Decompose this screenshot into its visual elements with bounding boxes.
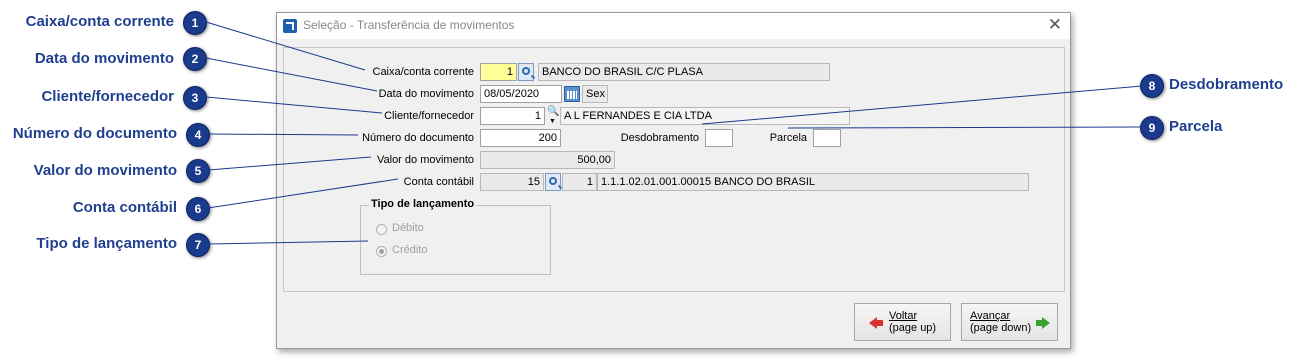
callout-badge-4: 4: [186, 123, 210, 147]
dialog-window: Seleção - Transferência de movimentos ✕ …: [276, 12, 1071, 349]
callout-label-tipo: Tipo de lançamento: [36, 235, 177, 252]
conta-code: 1: [562, 173, 597, 191]
voltar-label: Voltar (page up): [889, 310, 937, 334]
callout-label-caixa: Caixa/conta corrente: [25, 13, 174, 30]
conta-input: 15: [480, 173, 544, 191]
conta-description: 1.1.1.02.01.001.00015 BANCO DO BRASIL: [597, 173, 1029, 191]
radio-debito[interactable]: [376, 224, 387, 235]
callout-label-valor: Valor do movimento: [33, 162, 177, 179]
label-data: Data do movimento: [378, 88, 474, 100]
voltar-button[interactable]: Voltar (page up): [854, 303, 951, 341]
conta-search-button[interactable]: [545, 173, 561, 191]
avancar-button[interactable]: Avançar (page down): [961, 303, 1058, 341]
documento-input[interactable]: 200: [480, 129, 561, 147]
cliente-dropdown-arrow[interactable]: ▼: [549, 118, 556, 125]
callout-badge-1: 1: [183, 11, 207, 35]
label-valor: Valor do movimento: [376, 154, 474, 166]
valor-display: 500,00: [480, 151, 615, 169]
callout-badge-9: 9: [1140, 116, 1164, 140]
callout-badge-8: 8: [1140, 74, 1164, 98]
desdobramento-input[interactable]: [705, 129, 733, 147]
radio-credito-label: Crédito: [392, 244, 428, 256]
callout-label-desdobramento: Desdobramento: [1169, 76, 1284, 93]
callout-label-data: Data do movimento: [34, 50, 174, 67]
label-caixa: Caixa/conta corrente: [372, 66, 475, 78]
arrow-right-icon: [1036, 317, 1050, 329]
data-input[interactable]: 08/05/2020: [480, 85, 562, 103]
callout-badge-6: 6: [186, 197, 210, 221]
avancar-label: Avançar (page down): [970, 310, 1032, 334]
callout-label-conta: Conta contábil: [72, 199, 177, 216]
label-desdobramento: Desdobramento: [620, 132, 699, 144]
radio-debito-label: Débito: [392, 222, 424, 234]
parcela-input[interactable]: [813, 129, 841, 147]
app-icon: [283, 19, 297, 33]
window-title: Seleção - Transferência de movimentos: [303, 18, 515, 32]
radio-credito[interactable]: [376, 246, 387, 257]
caixa-input[interactable]: 1: [480, 63, 517, 81]
tipo-lancamento-title: Tipo de lançamento: [369, 198, 477, 210]
callout-label-documento: Número do documento: [12, 125, 177, 142]
label-conta: Conta contábil: [403, 176, 474, 188]
title-bar: Seleção - Transferência de movimentos ✕: [277, 13, 1070, 39]
label-cliente: Cliente/fornecedor: [384, 110, 474, 122]
cliente-description: A L FERNANDES E CIA LTDA: [560, 107, 850, 125]
arrow-left-icon: [869, 317, 883, 329]
tipo-lancamento-group: Tipo de lançamento Débito Crédito: [360, 198, 551, 275]
label-documento: Número do documento: [362, 132, 474, 144]
callout-badge-7: 7: [186, 233, 210, 257]
search-icon: [549, 177, 557, 185]
close-icon[interactable]: ✕: [1048, 15, 1062, 35]
caixa-search-button[interactable]: [518, 63, 534, 81]
callout-badge-2: 2: [183, 47, 207, 71]
search-icon: [522, 67, 530, 75]
form-panel: Caixa/conta corrente 1 BANCO DO BRASIL C…: [283, 47, 1065, 292]
label-parcela: Parcela: [769, 132, 807, 144]
cliente-input[interactable]: 1: [480, 107, 545, 125]
callout-label-parcela: Parcela: [1169, 118, 1223, 135]
calendar-icon[interactable]: [564, 86, 580, 102]
callout-badge-5: 5: [186, 159, 210, 183]
callout-badge-3: 3: [183, 86, 207, 110]
cliente-search-icon[interactable]: 🔍: [547, 106, 559, 117]
caixa-description: BANCO DO BRASIL C/C PLASA: [538, 63, 830, 81]
callout-label-cliente: Cliente/fornecedor: [41, 88, 174, 105]
weekday-display: Sex: [582, 85, 608, 103]
